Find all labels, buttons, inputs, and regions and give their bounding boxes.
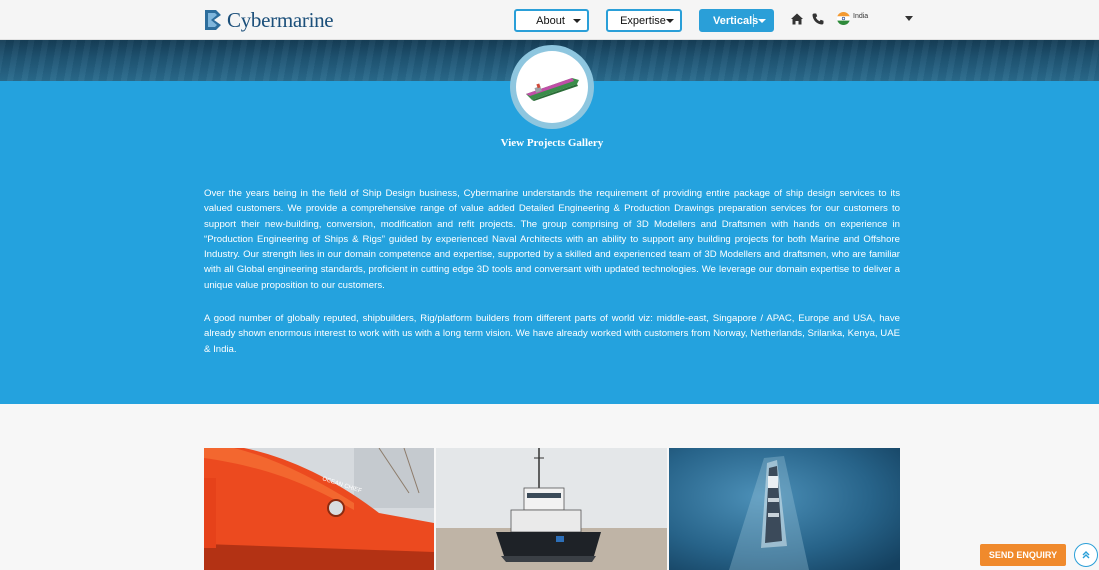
ship-model-icon <box>526 78 579 101</box>
logo-text: Cybermarine <box>227 7 334 32</box>
orange-tanker-bow-photo[interactable]: OCEAN CHIEF <box>204 448 434 570</box>
country-selector-label[interactable]: India <box>853 13 868 20</box>
clients-paragraph: A good number of globally reputed, shipb… <box>204 313 900 355</box>
phone-icon[interactable] <box>811 12 825 26</box>
chevron-down-icon <box>666 18 674 23</box>
tugboat-photo[interactable] <box>436 448 667 570</box>
scroll-to-top-icon <box>1082 551 1090 559</box>
chevron-down-icon <box>758 18 767 23</box>
nav-expertise-label: Expertise <box>620 14 666 27</box>
gallery-thumbnail <box>516 51 588 123</box>
nav-about-label: About <box>536 14 565 27</box>
site-header: Cybermarine About Expertise Verticals In… <box>0 0 1099 40</box>
nav-about-button[interactable]: About <box>514 9 589 32</box>
ship-at-sea-aerial-photo[interactable] <box>669 448 900 570</box>
home-icon[interactable] <box>790 12 804 26</box>
intro-paragraph: Over the years being in the field of Shi… <box>204 188 900 291</box>
send-enquiry-button[interactable]: SEND ENQUIRY <box>980 544 1066 566</box>
logo[interactable]: Cybermarine <box>204 6 334 34</box>
chevron-down-icon <box>573 18 581 23</box>
nav-expertise-button[interactable]: Expertise <box>606 9 682 32</box>
nav-verticals-label: Verticals <box>713 14 759 27</box>
scroll-to-top-button[interactable] <box>1074 543 1098 567</box>
divider <box>753 14 754 27</box>
logo-mark-icon <box>204 8 224 32</box>
india-flag-icon[interactable] <box>837 12 850 25</box>
nav-verticals-button[interactable]: Verticals <box>699 9 774 32</box>
gallery-link-title[interactable]: View Projects Gallery <box>452 137 652 149</box>
chevron-down-icon[interactable] <box>905 16 913 21</box>
projects-gallery-link[interactable] <box>510 45 594 129</box>
